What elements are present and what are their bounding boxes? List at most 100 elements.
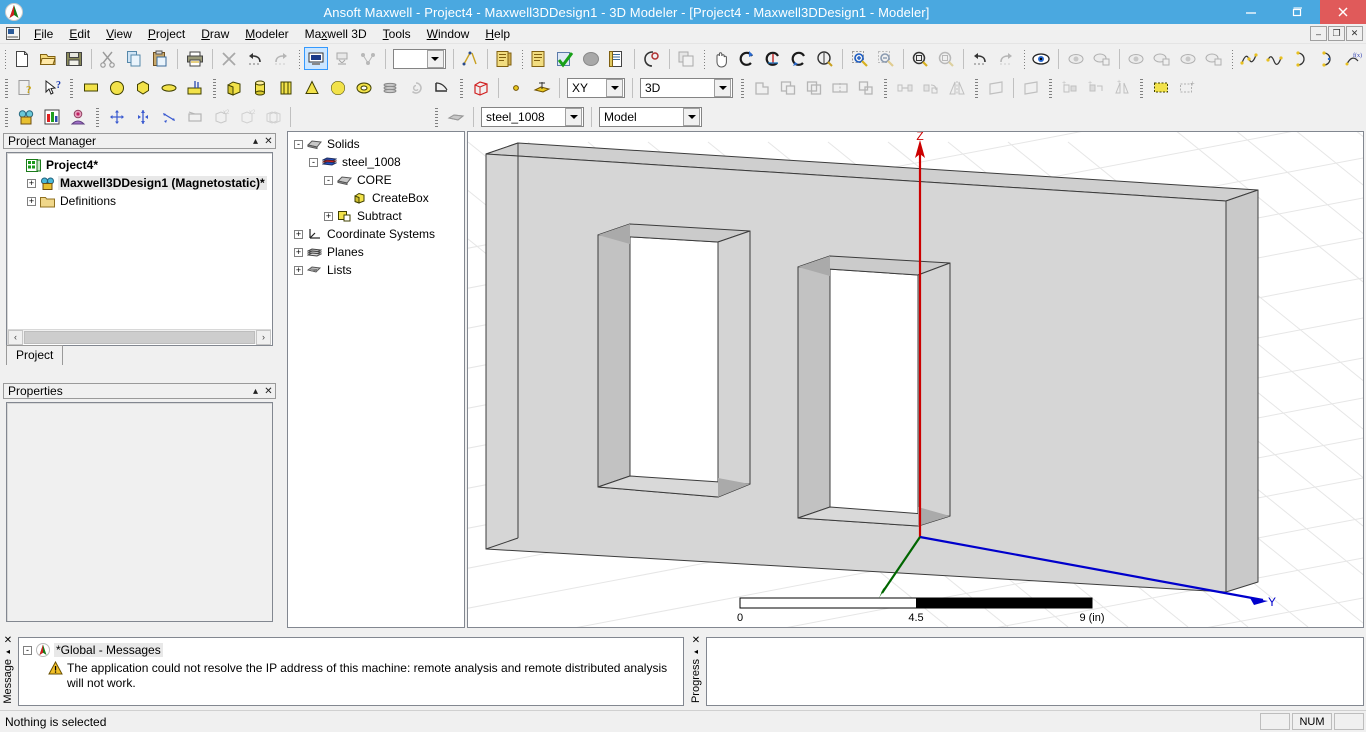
field-overlay-icon[interactable] <box>640 47 664 70</box>
draw-plane-icon[interactable] <box>530 76 554 99</box>
redo-icon[interactable] <box>269 47 293 70</box>
undo-icon[interactable] <box>243 47 267 70</box>
select-face-icon[interactable] <box>330 47 354 70</box>
spline-icon[interactable] <box>1237 47 1261 70</box>
arc-center-icon[interactable] <box>1289 47 1313 70</box>
draw-torus-icon[interactable] <box>352 76 376 99</box>
new-file-icon[interactable] <box>10 47 34 70</box>
tree-expander-core[interactable]: - <box>324 176 333 185</box>
tree-row-design[interactable]: + Maxwell3DDesign1 (Magnetostatic)* <box>13 174 272 192</box>
draw-point-icon[interactable] <box>504 76 528 99</box>
window-minimize-button[interactable] <box>1228 0 1274 24</box>
toolbar-grip[interactable] <box>3 77 10 99</box>
menu-maxwell3d[interactable]: Maxwell 3D <box>297 25 375 43</box>
add-edge-icon[interactable]: + <box>1084 76 1108 99</box>
tree-row-lists[interactable]: + Lists <box>294 261 464 279</box>
menu-draw[interactable]: Draw <box>193 25 237 43</box>
draw-cone-icon[interactable] <box>300 76 324 99</box>
validate-icon[interactable] <box>492 47 516 70</box>
draw-user-defined-primitive-icon[interactable] <box>469 76 493 99</box>
rotate-object-icon[interactable] <box>131 105 155 128</box>
tree-expander-lists[interactable]: + <box>294 266 303 275</box>
draw-bondwire-icon[interactable] <box>430 76 454 99</box>
draw-plane-combo[interactable]: XY <box>567 78 625 98</box>
tree-row-planes[interactable]: + Planes <box>294 243 464 261</box>
show-others-icon[interactable] <box>1176 47 1200 70</box>
add-face-icon[interactable]: + <box>1058 76 1082 99</box>
message-root-expander[interactable]: - <box>23 646 32 655</box>
boolean-intersect-icon[interactable] <box>802 76 826 99</box>
tree-row-coordinate-systems[interactable]: + Coordinate Systems <box>294 225 464 243</box>
fit-all-icon[interactable] <box>908 47 932 70</box>
scroll-thumb[interactable] <box>24 331 255 344</box>
show-all-icon[interactable] <box>1124 47 1148 70</box>
solve-inside-combo[interactable]: Model <box>599 107 702 127</box>
visibility-eye-icon[interactable] <box>1029 47 1053 70</box>
menu-help[interactable]: Help <box>477 25 518 43</box>
tab-project[interactable]: Project <box>6 345 63 365</box>
rotate-axis-icon[interactable] <box>761 47 785 70</box>
pan-icon[interactable] <box>709 47 733 70</box>
toolbar-grip[interactable] <box>1022 48 1025 70</box>
tree-expander-solids[interactable]: - <box>294 140 303 149</box>
draw-regular-polyhedron-icon[interactable] <box>274 76 298 99</box>
menu-tools[interactable]: Tools <box>375 25 419 43</box>
add-vertex-icon[interactable]: + <box>1110 76 1134 99</box>
message-list[interactable]: - *Global - Messages <box>18 637 684 706</box>
tree-row-subtract[interactable]: + Subtract <box>294 207 464 225</box>
analyze-report-icon[interactable] <box>527 47 551 70</box>
draw-circle-icon[interactable] <box>105 76 129 99</box>
toolbar-grip[interactable] <box>1138 77 1145 99</box>
toolbar-grip[interactable] <box>882 77 889 99</box>
zoom-out-icon[interactable] <box>874 47 898 70</box>
draw-ellipse-icon[interactable] <box>157 76 181 99</box>
save-icon[interactable] <box>62 47 86 70</box>
properties-grid[interactable] <box>6 402 273 622</box>
window-close-button[interactable] <box>1320 0 1366 24</box>
menu-window[interactable]: Window <box>419 25 478 43</box>
draw-regular-polygon-icon[interactable] <box>131 76 155 99</box>
modeler-history-tree[interactable]: - Solids - steel_1008 - <box>287 131 465 628</box>
project-tree-hscrollbar[interactable]: ‹ › <box>8 329 271 344</box>
message-row[interactable]: The application could not resolve the IP… <box>23 659 679 691</box>
tree-expander-definitions[interactable]: + <box>27 197 36 206</box>
toolbar-grip[interactable] <box>973 77 980 99</box>
draw-spiral-icon[interactable] <box>404 76 428 99</box>
move-icon[interactable] <box>105 105 129 128</box>
properties-close-button[interactable]: ✕ <box>262 386 275 397</box>
toolbar-grip[interactable] <box>3 106 10 128</box>
tree-expander-steel1008[interactable]: - <box>309 158 318 167</box>
tree-row-definitions[interactable]: + Definitions <box>13 192 272 210</box>
copy-image-icon[interactable] <box>674 47 698 70</box>
draw-box-icon[interactable] <box>222 76 246 99</box>
chevron-down-icon[interactable] <box>606 79 623 97</box>
boolean-subtract-icon[interactable] <box>776 76 800 99</box>
cut-icon[interactable] <box>96 47 120 70</box>
toolbar-grip[interactable] <box>739 77 746 99</box>
tree-row-project[interactable]: Project4* <box>13 156 272 174</box>
tree-row-core[interactable]: - CORE <box>294 171 464 189</box>
surface-cover-icon[interactable] <box>1019 76 1043 99</box>
toolbar-grip[interactable] <box>458 77 465 99</box>
toolbar-grip[interactable] <box>433 106 440 128</box>
assign-material-icon[interactable] <box>444 105 468 128</box>
tree-row-createbox[interactable]: CreateBox <box>294 189 464 207</box>
separate-bodies-icon[interactable] <box>854 76 878 99</box>
message-close-button[interactable]: ✕ <box>4 634 12 646</box>
toolbar-grip[interactable] <box>3 48 6 70</box>
mdi-close-button[interactable]: ✕ <box>1346 26 1363 41</box>
tree-expander-planes[interactable]: + <box>294 248 303 257</box>
scroll-left-arrow-icon[interactable]: ‹ <box>8 330 23 345</box>
split-icon[interactable] <box>828 76 852 99</box>
mdi-minimize-button[interactable]: – <box>1310 26 1327 41</box>
mdi-system-icon[interactable] <box>4 26 22 42</box>
context-help-icon[interactable]: ? <box>14 76 38 99</box>
menu-edit[interactable]: Edit <box>61 25 98 43</box>
draw-rectangle-icon[interactable] <box>79 76 103 99</box>
duplicate-along-line-icon[interactable]: x2 <box>209 105 233 128</box>
toolbar-grip[interactable] <box>520 48 523 70</box>
copy-icon[interactable] <box>122 47 146 70</box>
model-mode-combo[interactable]: 3D <box>640 78 733 98</box>
chevron-down-icon[interactable] <box>714 79 731 97</box>
menu-project[interactable]: Project <box>140 25 193 43</box>
